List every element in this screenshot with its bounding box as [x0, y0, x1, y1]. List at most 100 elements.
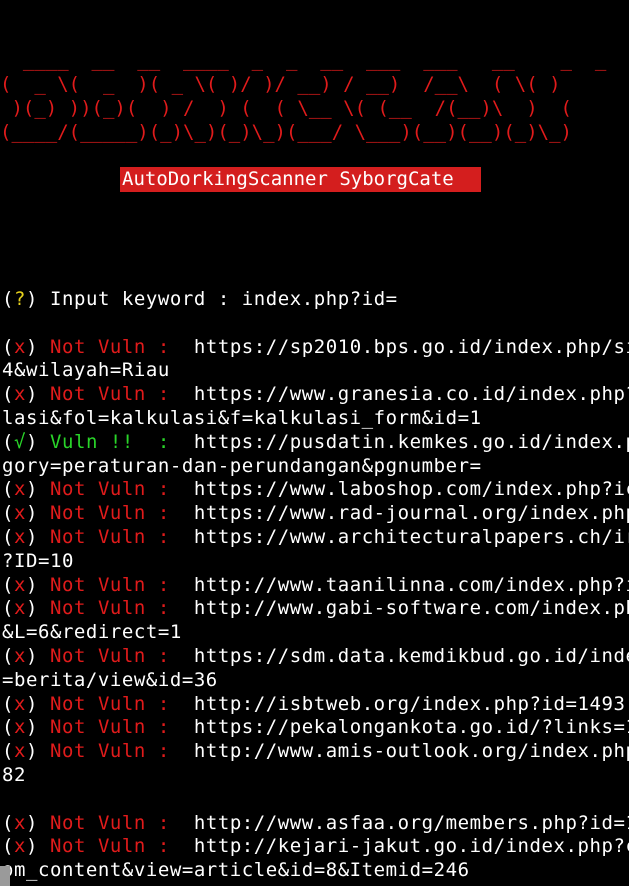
marker-open: ( — [2, 740, 14, 763]
not-vuln-result-line: (x) Not Vuln : http://isbtweb.org/index.… — [2, 693, 629, 717]
marker-open: ( — [2, 430, 14, 453]
status-label: Not Vuln : — [49, 335, 170, 358]
cross-icon: x — [14, 573, 26, 596]
status-label: Not Vuln : — [49, 644, 170, 667]
url-continuation-line: om_content&view=article&id=8&Itemid=246 — [2, 859, 629, 883]
not-vuln-result-line: (x) Not Vuln : https://pekalongankota.go… — [2, 716, 629, 740]
continuation-text: lasi&fol=kalkulasi&f=kalkulasi_form&id=1 — [2, 406, 482, 429]
status-label: Not Vuln : — [49, 502, 170, 525]
ascii-banner: ____ __ __ ____ _ _ __ ___ ___ __ _ _ ( … — [0, 48, 606, 144]
marker-open: ( — [2, 383, 14, 406]
result-url: http://www.amis-outlook.org/index.php — [169, 740, 629, 763]
result-url: https://pusdatin.kemkes.go.id/index.p — [169, 430, 629, 453]
result-url: https://www.architecturalpapers.ch/ir — [169, 525, 629, 548]
marker-open: ( — [2, 835, 14, 858]
marker-close: ) — [26, 383, 50, 406]
banner-line: ( _ \( _ )( _ \( )/ )/ __) / __) /__\ ( … — [0, 73, 561, 95]
prompt-marker-open: ( — [2, 288, 14, 310]
cross-icon: x — [14, 692, 26, 715]
marker-open: ( — [2, 573, 14, 596]
marker-close: ) — [26, 692, 50, 715]
not-vuln-result-line: (x) Not Vuln : https://www.granesia.co.i… — [2, 383, 629, 407]
not-vuln-result-line: (x) Not Vuln : https://www.laboshop.com/… — [2, 478, 629, 502]
status-label: Vuln !! : — [49, 430, 170, 453]
continuation-text: om_content&view=article&id=8&Itemid=246 — [2, 859, 470, 882]
prompt-marker-close: ) — [26, 288, 38, 310]
status-label: Not Vuln : — [49, 811, 170, 834]
status-label: Not Vuln : — [49, 740, 170, 763]
status-label: Not Vuln : — [49, 478, 170, 501]
continuation-text: =berita/view&id=36 — [2, 668, 218, 691]
marker-close: ) — [26, 644, 50, 667]
status-label: Not Vuln : — [49, 573, 170, 596]
continuation-text: 82 — [2, 763, 26, 786]
result-url: http://www.taanilinna.com/index.php?i — [169, 573, 629, 596]
cross-icon: x — [14, 502, 26, 525]
result-url: https://sp2010.bps.go.id/index.php/si — [169, 335, 629, 358]
cross-icon: x — [14, 835, 26, 858]
marker-open: ( — [2, 692, 14, 715]
marker-open: ( — [2, 525, 14, 548]
not-vuln-result-line: (x) Not Vuln : https://www.architectural… — [2, 526, 629, 550]
result-url: http://www.gabi-software.com/index.ph — [169, 597, 629, 620]
tool-title: AutoDorkingScanner SyborgCate — [120, 167, 481, 192]
result-url: https://www.laboshop.com/index.php?ic — [169, 478, 629, 501]
result-url: https://pekalongankota.go.id/?links=1 — [169, 716, 629, 739]
result-url: http://www.asfaa.org/members.php?id=1 — [169, 811, 629, 834]
status-label: Not Vuln : — [49, 525, 170, 548]
marker-close: ) — [26, 478, 50, 501]
marker-close: ) — [26, 502, 50, 525]
marker-open: ( — [2, 597, 14, 620]
terminal-cursor[interactable] — [0, 866, 10, 886]
marker-open: ( — [2, 335, 14, 358]
vuln-result-line: (√) Vuln !! : https://pusdatin.kemkes.go… — [2, 431, 629, 455]
not-vuln-result-line: (x) Not Vuln : http://www.amis-outlook.o… — [2, 740, 629, 764]
question-icon: ? — [14, 288, 26, 310]
not-vuln-result-line: (x) Not Vuln : https://sp2010.bps.go.id/… — [2, 336, 629, 360]
cross-icon: x — [14, 597, 26, 620]
result-url: https://www.granesia.co.id/index.php? — [169, 383, 629, 406]
status-label: Not Vuln : — [49, 597, 170, 620]
marker-close: ) — [26, 835, 50, 858]
cross-icon: x — [14, 811, 26, 834]
url-continuation-line: ?ID=10 — [2, 550, 629, 574]
result-url: http://kejari-jakut.go.id/index.php?c — [169, 835, 629, 858]
cross-icon: x — [14, 335, 26, 358]
url-continuation-line: lasi&fol=kalkulasi&f=kalkulasi_form&id=1 — [2, 407, 629, 431]
cross-icon: x — [14, 740, 26, 763]
continuation-text: 4&wilayah=Riau — [2, 359, 170, 382]
cross-icon: x — [14, 478, 26, 501]
marker-close: ) — [26, 525, 50, 548]
marker-close: ) — [26, 740, 50, 763]
marker-close: ) — [26, 716, 50, 739]
marker-open: ( — [2, 502, 14, 525]
result-url: https://www.rad-journal.org/index.php — [169, 502, 629, 525]
url-continuation-line: &L=6&redirect=1 — [2, 621, 629, 645]
url-continuation-line: =berita/view&id=36 — [2, 669, 629, 693]
marker-close: ) — [26, 335, 50, 358]
banner-line: ____ __ __ ____ _ _ __ ___ ___ __ _ _ — [0, 49, 607, 71]
prompt-text: Input keyword : index.php?id= — [38, 288, 398, 310]
input-prompt: (?) Input keyword : index.php?id= — [2, 288, 629, 312]
marker-close: ) — [26, 430, 50, 453]
continuation-text: ?ID=10 — [2, 549, 74, 572]
result-url: http://isbtweb.org/index.php?id=1493 — [169, 692, 626, 715]
cross-icon: x — [14, 383, 26, 406]
continuation-text: &L=6&redirect=1 — [2, 621, 182, 644]
marker-open: ( — [2, 478, 14, 501]
not-vuln-result-line: (x) Not Vuln : http://kejari-jakut.go.id… — [2, 835, 629, 859]
marker-close: ) — [26, 597, 50, 620]
cross-icon: x — [14, 525, 26, 548]
status-label: Not Vuln : — [49, 716, 170, 739]
terminal-output: (?) Input keyword : index.php?id= (x) No… — [2, 288, 629, 883]
marker-open: ( — [2, 644, 14, 667]
not-vuln-result-line: (x) Not Vuln : https://www.rad-journal.o… — [2, 502, 629, 526]
url-continuation-line: 4&wilayah=Riau — [2, 359, 629, 383]
check-icon: √ — [14, 430, 26, 453]
result-url: https://sdm.data.kemdikbud.go.id/inde — [169, 644, 629, 667]
marker-close: ) — [26, 573, 50, 596]
url-continuation-line: gory=peraturan-dan-perundangan&pgnumber= — [2, 455, 629, 479]
not-vuln-result-line: (x) Not Vuln : http://www.taanilinna.com… — [2, 574, 629, 598]
